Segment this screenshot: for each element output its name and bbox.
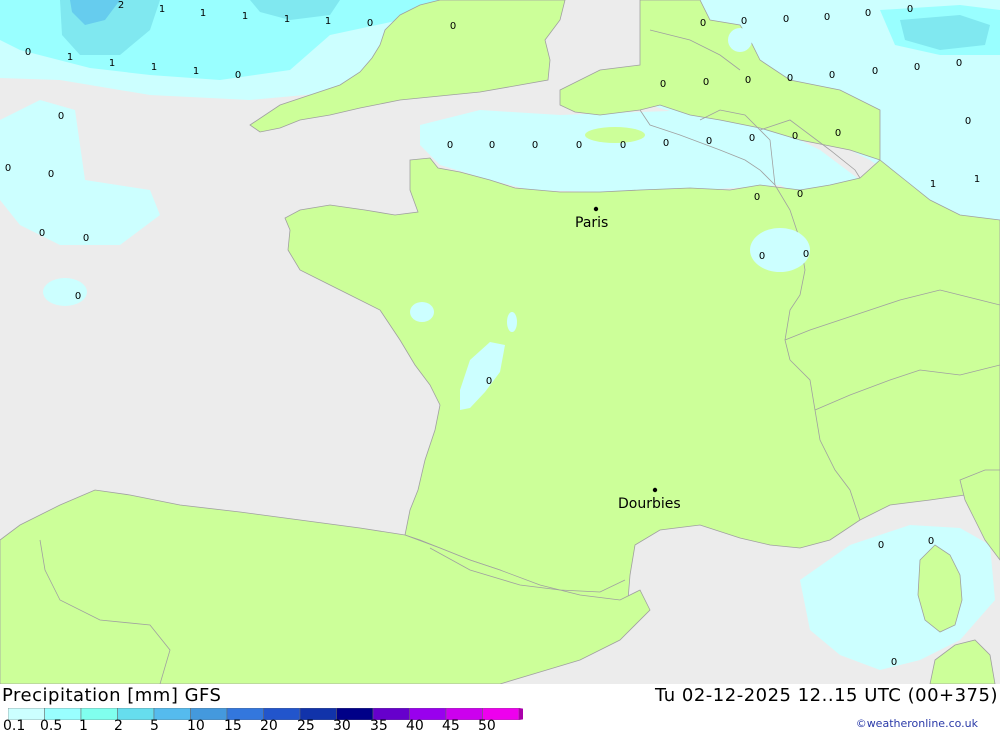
precip-value-label: 1	[242, 11, 248, 22]
precip-value-label: 0	[907, 4, 913, 15]
precip-value-label: 0	[914, 62, 920, 73]
precip-value-label: 0	[759, 251, 765, 262]
precip-value-label: 0	[450, 21, 456, 32]
legend-arrow	[519, 708, 523, 720]
precip-value-label: 0	[48, 169, 54, 180]
precip-value-label: 0	[928, 536, 934, 547]
precip-value-label: 0	[824, 12, 830, 23]
precip-value-label: 0	[620, 140, 626, 151]
map-footer: Precipitation [mm] GFS Tu 02-12-2025 12.…	[0, 684, 1000, 734]
precip-value-label: 0	[872, 66, 878, 77]
precip-value-label: 0	[5, 163, 11, 174]
legend-tick-label: 40	[406, 718, 424, 734]
precip-value-label: 0	[706, 136, 712, 147]
precip-value-label: 0	[235, 70, 241, 81]
precip-value-label: 0	[835, 128, 841, 139]
legend-tick-label: 15	[224, 718, 242, 734]
city-label-dourbies: Dourbies	[618, 496, 681, 512]
city-label-paris: Paris	[575, 215, 608, 231]
legend-tick-label: 35	[370, 718, 388, 734]
precip-value-label: 0	[58, 111, 64, 122]
precip-value-label: 0	[797, 189, 803, 200]
legend-tick-label: 2	[114, 718, 123, 734]
precip-value-label: 0	[576, 140, 582, 151]
precip-value-label: 0	[660, 79, 666, 90]
precip-value-label: 0	[783, 14, 789, 25]
map-title: Precipitation [mm] GFS	[2, 685, 222, 706]
legend-swatch	[117, 708, 155, 720]
precip-value-label: 0	[532, 140, 538, 151]
precip-value-label: 0	[367, 18, 373, 29]
legend-tick-label: 45	[442, 718, 460, 734]
precip-value-label: 1	[151, 62, 157, 73]
precip-value-label: 0	[749, 133, 755, 144]
precip-value-label: 1	[67, 52, 73, 63]
precip-value-label: 0	[829, 70, 835, 81]
precip-value-label: 0	[83, 233, 89, 244]
precip-value-label: 0	[663, 138, 669, 149]
precip-value-label: 0	[489, 140, 495, 151]
precip-value-label: 0	[754, 192, 760, 203]
legend-swatch	[153, 708, 191, 720]
precip-value-label: 1	[325, 16, 331, 27]
city-marker-paris	[593, 206, 599, 212]
valid-time: Tu 02-12-2025 12..15 UTC (00+375)	[655, 685, 998, 706]
precip-value-label: 1	[284, 14, 290, 25]
precip-value-label: 1	[200, 8, 206, 19]
precip-value-label: 1	[159, 4, 165, 15]
precip-value-label: 0	[891, 657, 897, 668]
precip-value-label: 0	[745, 75, 751, 86]
precip-value-label: 0	[792, 131, 798, 142]
legend-tick-label: 5	[150, 718, 159, 734]
precip-value-label: 1	[930, 179, 936, 190]
legend-tick-label: 0.1	[3, 718, 26, 734]
precip-value-label: 1	[974, 174, 980, 185]
precip-value-label: 0	[741, 16, 747, 27]
legend-tick-label: 1	[79, 718, 88, 734]
precip-value-label: 0	[25, 47, 31, 58]
precip-value-label: 0	[703, 77, 709, 88]
precip-value-label: 0	[700, 18, 706, 29]
credit-link[interactable]: ©weatheronline.co.uk	[856, 717, 978, 730]
precip-value-label: 1	[109, 58, 115, 69]
precip-value-label: 1	[193, 66, 199, 77]
precip-value-label: 0	[956, 58, 962, 69]
legend-tick-label: 50	[478, 718, 496, 734]
precip-value-label: 0	[486, 376, 492, 387]
legend-tick-label: 30	[333, 718, 351, 734]
precipitation-map: Paris Dourbies 2 1 1 1 1 1 0 0 0 1 1 1 1 0 0 0 0 0 0 0 0 0 0 0 0…	[0, 0, 1000, 684]
precip-value-label: 0	[39, 228, 45, 239]
precip-value-label: 0	[75, 291, 81, 302]
legend-tick-label: 0.5	[40, 718, 63, 734]
legend-tick-label: 25	[297, 718, 315, 734]
precip-value-label: 0	[803, 249, 809, 260]
city-marker-dourbies	[652, 487, 658, 493]
precip-value-label: 0	[447, 140, 453, 151]
precip-value-label: 0	[878, 540, 884, 551]
legend-tick-label: 10	[187, 718, 205, 734]
precip-value-label: 0	[787, 73, 793, 84]
precip-value-label: 2	[118, 0, 124, 11]
precip-value-label: 0	[965, 116, 971, 127]
precip-value-label: 0	[865, 8, 871, 19]
legend-tick-label: 20	[260, 718, 278, 734]
